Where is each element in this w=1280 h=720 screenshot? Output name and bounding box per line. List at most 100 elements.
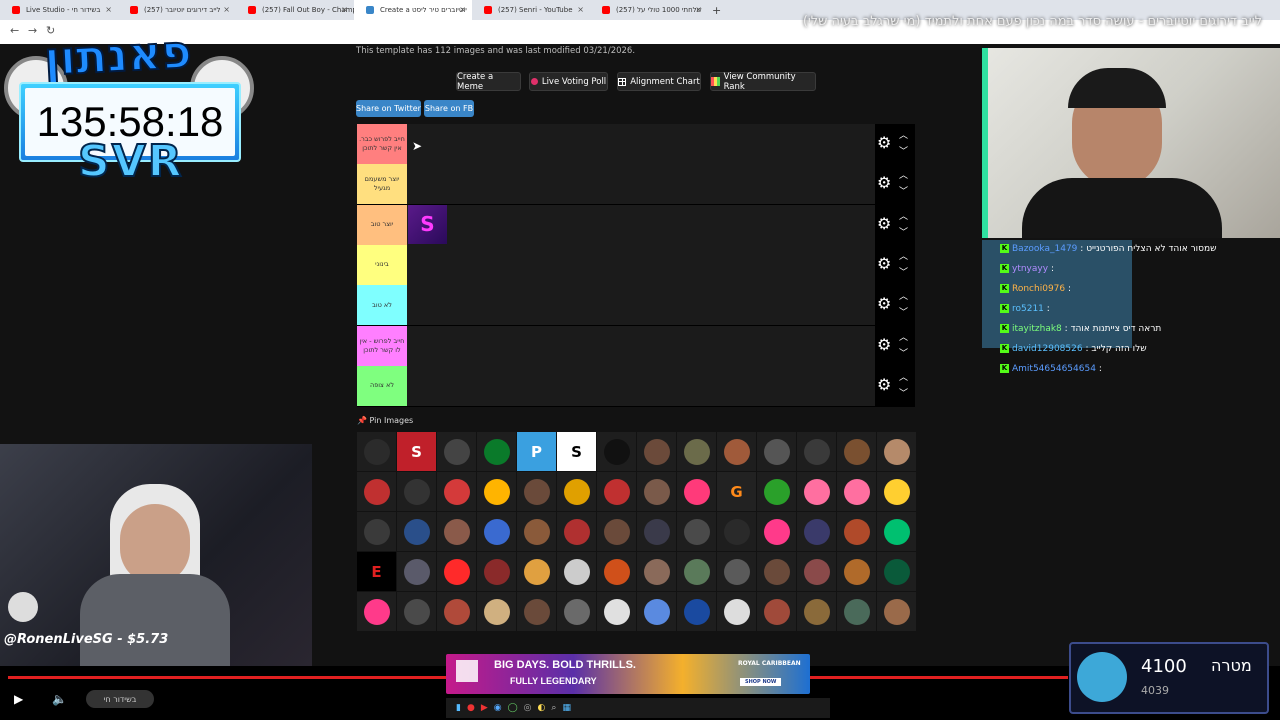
windows-icon[interactable]: ▦ bbox=[562, 703, 571, 713]
pool-image[interactable] bbox=[757, 552, 796, 591]
gear-icon[interactable]: ⚙ bbox=[877, 215, 891, 232]
pin-images-toggle[interactable]: 📌 Pin Images bbox=[357, 416, 413, 425]
tier-row[interactable]: חייב לפרוש - אין לו קשר לתוכן ⚙ ︿ ﹀ bbox=[357, 325, 915, 367]
pool-image[interactable] bbox=[477, 512, 516, 551]
pool-image[interactable] bbox=[557, 512, 596, 551]
tier-row[interactable]: בינוני ⚙ ︿ ﹀ bbox=[357, 244, 915, 286]
pool-image[interactable] bbox=[837, 512, 876, 551]
chevron-down-icon[interactable]: ﹀ bbox=[899, 265, 908, 278]
pool-image[interactable] bbox=[637, 512, 676, 551]
pool-image[interactable] bbox=[517, 552, 556, 591]
pool-image[interactable] bbox=[757, 432, 796, 471]
chevron-up-icon[interactable]: ︿ bbox=[899, 168, 908, 181]
pool-image[interactable] bbox=[717, 592, 756, 631]
browser-tab[interactable]: (257) Senri - YouTube × bbox=[472, 0, 590, 20]
pool-image[interactable] bbox=[877, 592, 916, 631]
pool-image[interactable] bbox=[637, 592, 676, 631]
discord-icon[interactable]: ◉ bbox=[494, 703, 502, 713]
pool-image[interactable] bbox=[437, 552, 476, 591]
pool-image[interactable] bbox=[757, 472, 796, 511]
pool-image[interactable] bbox=[397, 472, 436, 511]
pool-image[interactable] bbox=[717, 432, 756, 471]
pool-image[interactable] bbox=[597, 472, 636, 511]
pool-image[interactable] bbox=[517, 592, 556, 631]
pool-image[interactable] bbox=[357, 592, 396, 631]
pool-image[interactable] bbox=[597, 552, 636, 591]
chevron-up-icon[interactable]: ︿ bbox=[899, 249, 908, 262]
chevron-down-icon[interactable]: ﹀ bbox=[899, 184, 908, 197]
pool-image[interactable] bbox=[677, 512, 716, 551]
browser-tab[interactable]: (257) לייב דירוגים יוטיובר × bbox=[118, 0, 236, 20]
pool-image[interactable] bbox=[717, 512, 756, 551]
gear-icon[interactable]: ⚙ bbox=[877, 336, 891, 353]
pool-image[interactable] bbox=[797, 472, 836, 511]
pool-image[interactable] bbox=[837, 552, 876, 591]
pool-image[interactable] bbox=[757, 512, 796, 551]
search-icon[interactable]: ⌕ bbox=[551, 703, 556, 713]
pool-image[interactable] bbox=[877, 472, 916, 511]
pool-image[interactable]: S bbox=[557, 432, 596, 471]
pool-image[interactable] bbox=[837, 472, 876, 511]
tier-label[interactable]: יוצר טוב bbox=[357, 204, 407, 245]
pool-image[interactable] bbox=[477, 472, 516, 511]
browser-tab[interactable]: Create a יוטיוברים טיר ליסט × bbox=[354, 0, 472, 20]
pool-image[interactable] bbox=[757, 592, 796, 631]
live-badge[interactable]: בשידור חי bbox=[86, 690, 154, 708]
pool-image[interactable]: P bbox=[517, 432, 556, 471]
pool-image[interactable] bbox=[437, 432, 476, 471]
explorer-icon[interactable]: ▮ bbox=[456, 703, 461, 713]
gear-icon[interactable]: ⚙ bbox=[877, 376, 891, 393]
pool-image[interactable] bbox=[357, 512, 396, 551]
pool-image[interactable] bbox=[797, 512, 836, 551]
close-icon[interactable]: × bbox=[341, 0, 348, 20]
chevron-down-icon[interactable]: ﹀ bbox=[899, 346, 908, 359]
pool-image[interactable] bbox=[837, 592, 876, 631]
alignment-chart-button[interactable]: Alignment Chart bbox=[617, 72, 701, 91]
create-meme-button[interactable]: Create a Meme bbox=[456, 72, 521, 92]
tier-label[interactable]: יוצר משעמם מגעיל bbox=[357, 164, 407, 205]
tier-item-s-logo[interactable]: S bbox=[408, 204, 447, 244]
live-voting-poll-button[interactable]: Live Voting Poll bbox=[529, 72, 608, 91]
tier-row[interactable]: יוצר טוב ⚙ ︿ ﹀ S bbox=[357, 204, 915, 246]
chrome-icon[interactable]: ◐ bbox=[538, 703, 546, 713]
gear-icon[interactable]: ⚙ bbox=[877, 255, 891, 272]
back-icon[interactable]: ← bbox=[10, 24, 19, 37]
pool-image[interactable] bbox=[517, 512, 556, 551]
tier-label[interactable]: חייב לפרוש כבר. אין קשר לתוכן bbox=[357, 124, 407, 164]
chevron-down-icon[interactable]: ﹀ bbox=[899, 225, 908, 238]
pool-image[interactable] bbox=[437, 472, 476, 511]
pool-image[interactable] bbox=[637, 552, 676, 591]
close-icon[interactable]: × bbox=[695, 0, 702, 20]
pool-image[interactable] bbox=[517, 472, 556, 511]
pool-image[interactable] bbox=[677, 432, 716, 471]
pool-image[interactable] bbox=[797, 592, 836, 631]
pool-image[interactable] bbox=[637, 472, 676, 511]
forward-icon[interactable]: → bbox=[28, 24, 37, 37]
browser-tab[interactable]: Live Studio - בשידור חי × bbox=[0, 0, 118, 20]
pool-image[interactable] bbox=[357, 432, 396, 471]
pool-image[interactable] bbox=[397, 592, 436, 631]
browser-tab[interactable]: (257) Fall Out Boy - Champ × bbox=[236, 0, 354, 20]
share-fb-button[interactable]: Share on FB bbox=[424, 100, 474, 117]
close-icon[interactable]: × bbox=[577, 0, 584, 20]
chevron-down-icon[interactable]: ﹀ bbox=[899, 305, 908, 318]
steam-icon[interactable]: ◎ bbox=[524, 703, 532, 713]
pool-image[interactable] bbox=[677, 552, 716, 591]
chevron-up-icon[interactable]: ︿ bbox=[899, 289, 908, 302]
chevron-up-icon[interactable]: ︿ bbox=[899, 370, 908, 383]
pool-image[interactable] bbox=[477, 552, 516, 591]
share-twitter-button[interactable]: Share on Twitter bbox=[356, 100, 421, 117]
pool-image[interactable] bbox=[557, 552, 596, 591]
tier-row[interactable]: יוצר משעמם מגעיל ⚙ ︿ ﹀ bbox=[357, 164, 915, 206]
pool-image[interactable] bbox=[837, 432, 876, 471]
pool-image[interactable] bbox=[477, 592, 516, 631]
chevron-down-icon[interactable]: ﹀ bbox=[899, 144, 908, 157]
pool-image[interactable] bbox=[437, 592, 476, 631]
pool-image[interactable] bbox=[797, 552, 836, 591]
view-community-rank-button[interactable]: View Community Rank bbox=[710, 72, 816, 92]
tier-label[interactable]: חייב לפרוש - אין לו קשר לתוכן bbox=[357, 325, 407, 366]
pool-image[interactable] bbox=[677, 592, 716, 631]
pool-image[interactable]: S bbox=[397, 432, 436, 471]
pool-image[interactable] bbox=[877, 552, 916, 591]
pool-image[interactable]: E bbox=[357, 552, 396, 591]
